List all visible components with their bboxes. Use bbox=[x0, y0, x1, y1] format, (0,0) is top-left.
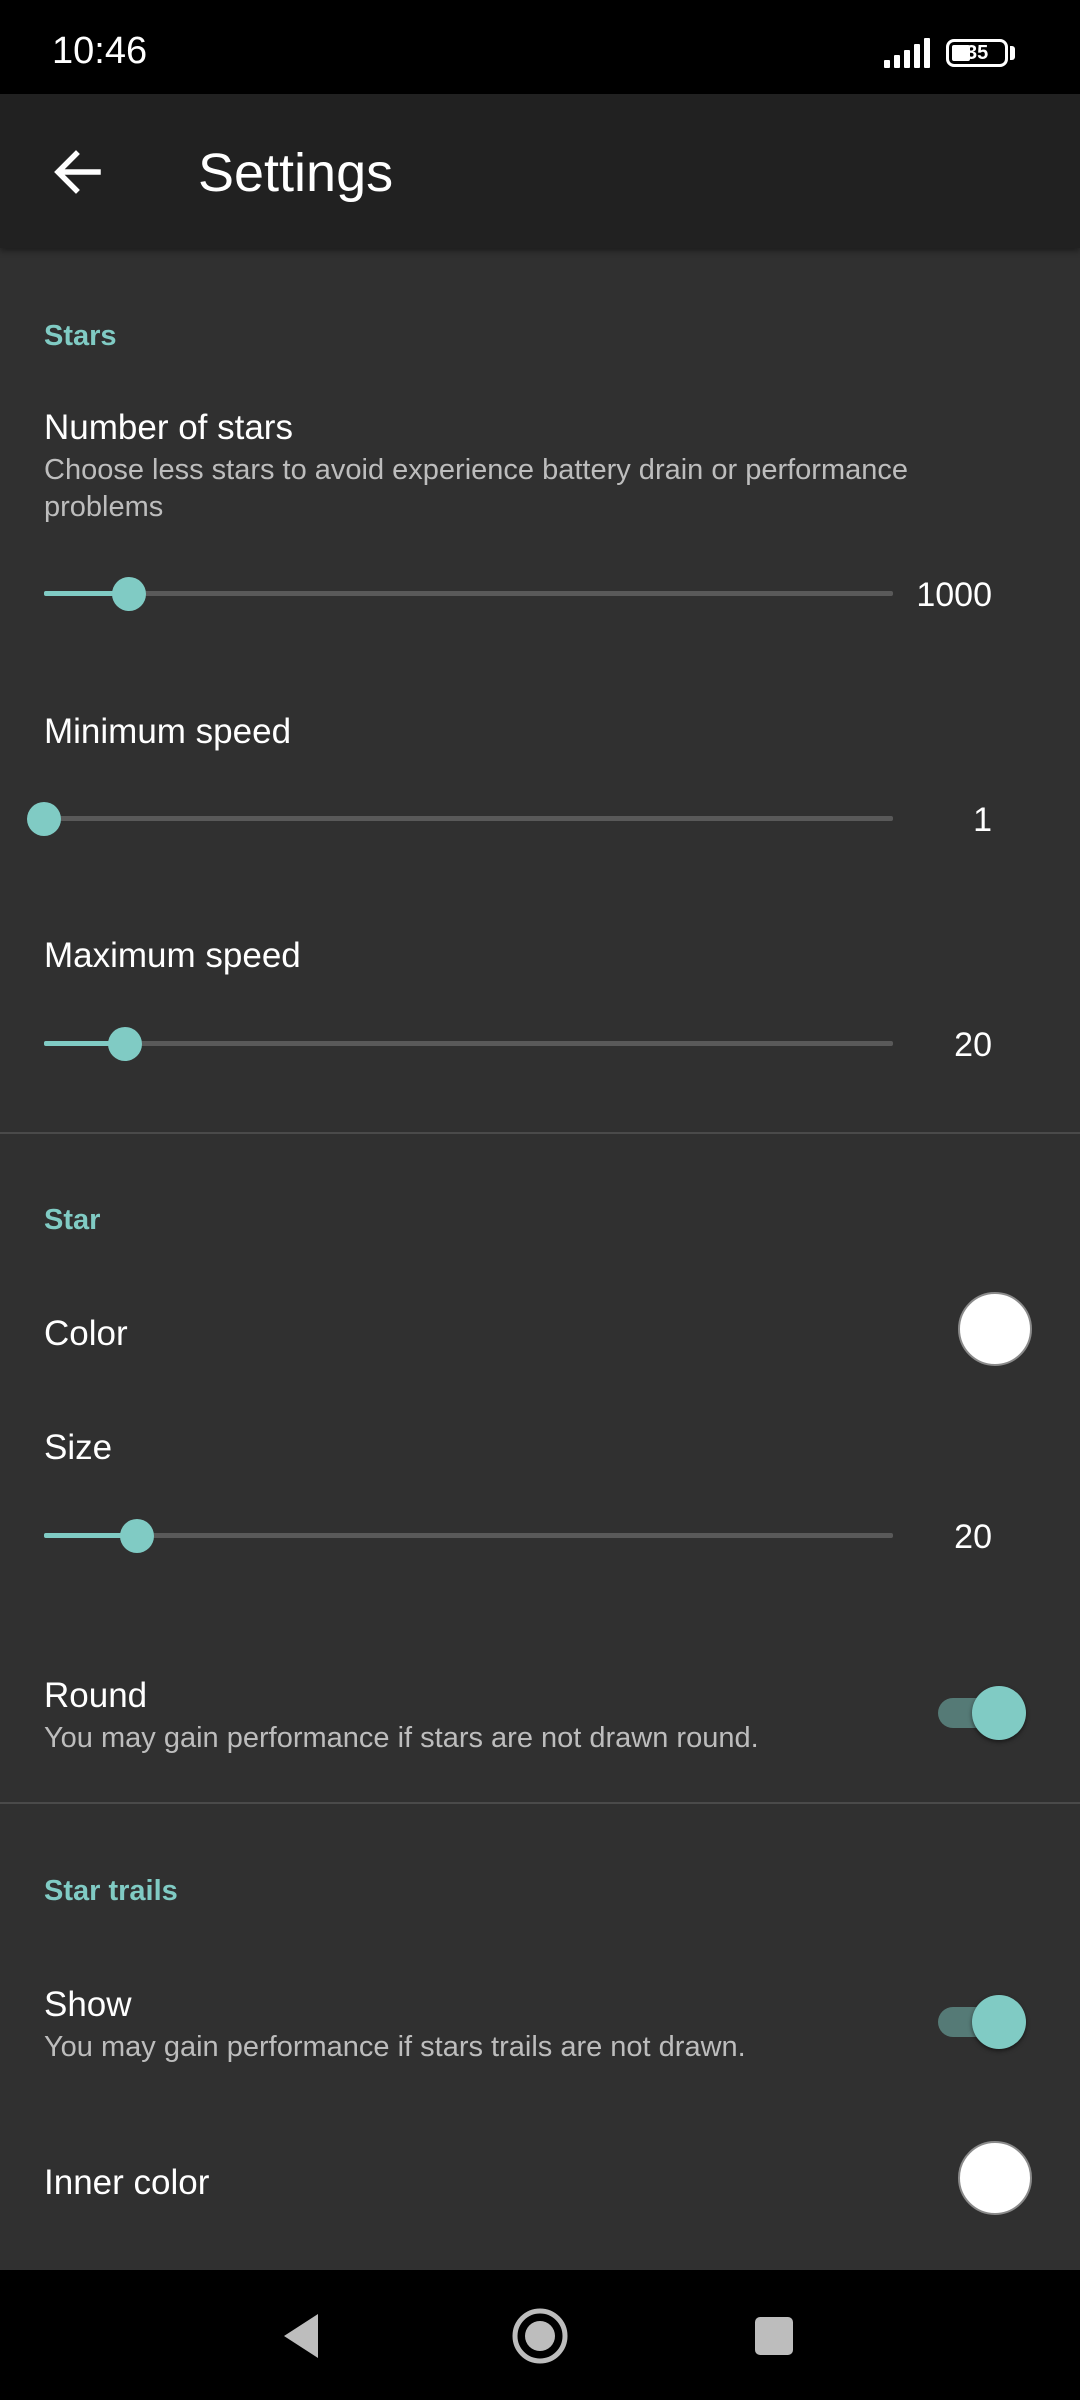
status-bar: 10:46 35 bbox=[0, 0, 1080, 94]
app-bar bbox=[0, 94, 1080, 248]
slider-thumb[interactable] bbox=[108, 1027, 142, 1061]
toggle-thumb bbox=[972, 1686, 1026, 1740]
number-of-stars-summary: Choose less stars to avoid experience ba… bbox=[44, 454, 908, 523]
page-title: Settings bbox=[198, 143, 394, 203]
round-title: Round bbox=[44, 1676, 148, 1715]
section-divider bbox=[0, 1132, 1080, 1134]
maximum-speed-slider[interactable] bbox=[44, 1023, 893, 1063]
battery-level: 35 bbox=[966, 42, 989, 64]
navigation-bar bbox=[0, 2270, 1080, 2400]
battery-tip bbox=[1010, 46, 1015, 60]
battery-icon: 35 bbox=[946, 39, 1008, 67]
slider-track bbox=[44, 816, 893, 821]
status-time: 10:46 bbox=[52, 30, 148, 72]
inner-color-swatch[interactable] bbox=[958, 2141, 1032, 2215]
slider-track bbox=[44, 1041, 893, 1046]
category-star: Star bbox=[44, 1204, 101, 1236]
star-size-title: Size bbox=[44, 1428, 113, 1467]
number-of-stars-title: Number of stars bbox=[44, 408, 293, 447]
slider-track bbox=[44, 591, 893, 596]
back-arrow-icon[interactable] bbox=[44, 138, 112, 206]
star-color-title: Color bbox=[44, 1314, 128, 1353]
section-divider bbox=[0, 1802, 1080, 1804]
maximum-speed-title: Maximum speed bbox=[44, 936, 301, 975]
recents-square-icon[interactable] bbox=[742, 2304, 806, 2368]
show-trails-title: Show bbox=[44, 1985, 132, 2024]
toggle-thumb bbox=[972, 1995, 1026, 2049]
category-stars: Stars bbox=[44, 320, 117, 352]
star-size-value: 20 bbox=[954, 1518, 992, 1556]
signal-icon bbox=[884, 38, 930, 68]
minimum-speed-value: 1 bbox=[973, 801, 992, 839]
number-of-stars-value: 1000 bbox=[916, 576, 992, 614]
back-triangle-icon[interactable] bbox=[270, 2304, 334, 2368]
slider-thumb[interactable] bbox=[27, 802, 61, 836]
slider-thumb[interactable] bbox=[112, 577, 146, 611]
slider-thumb[interactable] bbox=[120, 1519, 154, 1553]
maximum-speed-value: 20 bbox=[954, 1026, 992, 1064]
star-size-slider[interactable] bbox=[44, 1515, 893, 1555]
star-color-swatch[interactable] bbox=[958, 1292, 1032, 1366]
show-trails-toggle[interactable] bbox=[938, 1991, 1028, 2051]
home-circle-icon[interactable] bbox=[508, 2304, 572, 2368]
slider-track bbox=[44, 1533, 893, 1538]
category-star-trails: Star trails bbox=[44, 1875, 178, 1907]
number-of-stars-slider[interactable] bbox=[44, 573, 893, 613]
inner-color-title: Inner color bbox=[44, 2163, 210, 2202]
minimum-speed-slider[interactable] bbox=[27, 798, 893, 838]
show-trails-summary: You may gain performance if stars trails… bbox=[44, 2031, 746, 2063]
round-summary: You may gain performance if stars are no… bbox=[44, 1722, 759, 1754]
round-toggle[interactable] bbox=[938, 1682, 1028, 1742]
minimum-speed-title: Minimum speed bbox=[44, 712, 292, 751]
